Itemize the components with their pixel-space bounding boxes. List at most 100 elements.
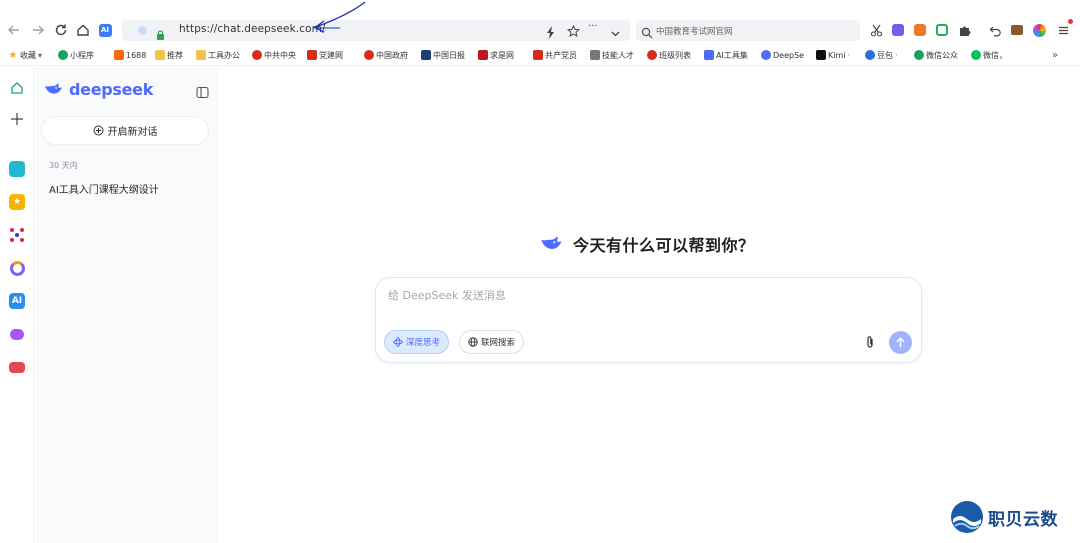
home-icon[interactable]: [10, 80, 24, 99]
bookmark-item[interactable]: 党建网: [307, 49, 351, 61]
bookmark-item[interactable]: 共产党员: [533, 49, 581, 61]
bookmark-item[interactable]: 1688: [114, 49, 150, 61]
bookmark-item[interactable]: 求是网: [478, 49, 522, 61]
paperclip-icon[interactable]: [863, 334, 877, 350]
search-placeholder: 中国教育考试网官网: [656, 27, 733, 37]
site-favicon: [138, 26, 147, 35]
emblem-icon: [252, 50, 262, 60]
folder-icon: [155, 50, 165, 60]
bookmark-item[interactable]: 豆包 ·: [865, 49, 905, 61]
1688-icon: [114, 50, 124, 60]
qiushi-icon: [478, 50, 488, 60]
home-icon[interactable]: [74, 21, 92, 39]
chevron-down-icon[interactable]: [610, 24, 621, 43]
back-icon[interactable]: [5, 21, 23, 39]
chevron-down-icon: ▾: [38, 50, 43, 60]
notification-dot: [1068, 19, 1073, 24]
ai-tools-icon: [704, 50, 714, 60]
reload-icon[interactable]: [52, 21, 70, 39]
lightning-icon[interactable]: [546, 24, 556, 43]
robot-app-icon[interactable]: [9, 326, 25, 342]
swirl-app-icon[interactable]: [9, 260, 25, 276]
search-icon: [641, 24, 653, 43]
bookmark-item[interactable]: DeepSe: [761, 49, 807, 61]
ai-app-icon[interactable]: AI: [9, 293, 25, 309]
bookmark-item[interactable]: 小程序: [58, 49, 110, 61]
lock-icon: [156, 25, 165, 44]
bookmarks-overflow-icon[interactable]: »: [1052, 49, 1066, 61]
wechat-mp-icon: [914, 50, 924, 60]
browser-side-rail: ★ AI: [0, 67, 34, 543]
party-icon: [533, 50, 543, 60]
new-chat-button[interactable]: 开启新对话: [42, 117, 208, 144]
chat-sidebar: deepseek 开启新对话 30 天内 AI工具入门课程大纲设计: [34, 67, 218, 543]
wave-logo-icon: [951, 501, 983, 533]
address-bar[interactable]: https://chat.deepseek.com/ ···: [122, 1, 630, 44]
folder-icon: [196, 50, 206, 60]
atom-icon: [393, 337, 403, 347]
bookmark-item[interactable]: 技能人才: [590, 49, 638, 61]
profile-avatar-icon[interactable]: [1030, 21, 1048, 39]
chat-app-icon[interactable]: [9, 161, 25, 177]
watermark-logo: 职贝云数: [950, 500, 1058, 534]
star-app-icon[interactable]: ★: [9, 194, 25, 210]
bookmark-item[interactable]: 中国日报: [421, 49, 469, 61]
bookmark-item[interactable]: ★ 收藏 ▾: [8, 49, 58, 61]
bookmark-item[interactable]: AI工具集: [704, 49, 754, 61]
chat-main: 今天有什么可以帮到你？ 深度思考 联网搜索: [218, 67, 1080, 543]
deep-think-toggle[interactable]: 深度思考: [385, 331, 449, 353]
message-input[interactable]: [388, 289, 888, 302]
annotation-arrow-icon: [313, 1, 366, 33]
message-composer: 深度思考 联网搜索: [376, 278, 921, 362]
bookmark-item[interactable]: Kimi ·: [816, 49, 856, 61]
chinadaily-icon: [421, 50, 431, 60]
history-item[interactable]: AI工具入门课程大纲设计: [49, 181, 159, 196]
history-date-group: 30 天内: [49, 161, 78, 170]
bookmark-item[interactable]: 工具办公: [196, 49, 244, 61]
browser-toolbar: AI https://chat.deepseek.com/ ··· 中国教育考试…: [0, 0, 1080, 44]
deep-think-label: 深度思考: [406, 338, 441, 348]
send-button[interactable]: [889, 331, 912, 354]
more-icon[interactable]: ···: [588, 21, 598, 32]
globe-icon: [468, 337, 478, 347]
arrow-up-icon: [896, 337, 905, 347]
bookmarks-bar: ★ 收藏 ▾ 小程序 1688 推荐 工具办公 中共中央 党建网 中国政府 中国日报…: [0, 44, 1080, 66]
bookmark-star-icon[interactable]: [567, 23, 580, 42]
greeting-text: 今天有什么可以帮到你？: [573, 236, 755, 255]
search-box[interactable]: 中国教育考试网官网: [636, 20, 860, 41]
ai-extension-icon[interactable]: AI: [96, 21, 114, 39]
web-search-label: 联网搜索: [481, 338, 516, 348]
whale-icon: [541, 236, 562, 249]
kimi-icon: [816, 50, 826, 60]
class-icon: [647, 50, 657, 60]
bookmark-item[interactable]: 微信公众: [914, 49, 966, 61]
web-search-toggle[interactable]: 联网搜索: [460, 331, 524, 353]
star-icon: ★: [8, 49, 18, 61]
scissors-icon[interactable]: [867, 21, 885, 39]
puzzle-icon[interactable]: [955, 21, 973, 39]
gamepad-app-icon[interactable]: [9, 359, 25, 375]
bookmark-item[interactable]: 推荐: [155, 49, 191, 61]
briefcase-icon[interactable]: [1008, 21, 1026, 39]
game-extension-icon[interactable]: [911, 21, 929, 39]
bookmark-item[interactable]: 班级列表: [647, 49, 695, 61]
undo-icon[interactable]: [986, 21, 1004, 39]
menu-icon[interactable]: [1054, 19, 1073, 39]
add-icon[interactable]: [9, 111, 25, 131]
molecule-app-icon[interactable]: [9, 227, 25, 243]
forward-icon[interactable]: [29, 21, 47, 39]
bookmark-item[interactable]: 微信，: [971, 49, 1023, 61]
sidebar-toggle-icon[interactable]: [196, 84, 209, 103]
whale-icon: [45, 83, 62, 94]
bookmark-item[interactable]: 中共中央: [252, 49, 300, 61]
new-chat-label: 开启新对话: [107, 127, 158, 138]
bookmark-item[interactable]: 中国政府: [364, 49, 412, 61]
wechat-icon: [971, 50, 981, 60]
emblem-icon: [364, 50, 374, 60]
reader-extension-icon[interactable]: [889, 21, 907, 39]
deepseek-logo[interactable]: deepseek: [44, 80, 153, 99]
deepseek-icon: [761, 50, 771, 60]
green-extension-icon[interactable]: [933, 21, 951, 39]
plus-circle-icon: [93, 125, 103, 136]
url-text: https://chat.deepseek.com/: [179, 23, 326, 35]
